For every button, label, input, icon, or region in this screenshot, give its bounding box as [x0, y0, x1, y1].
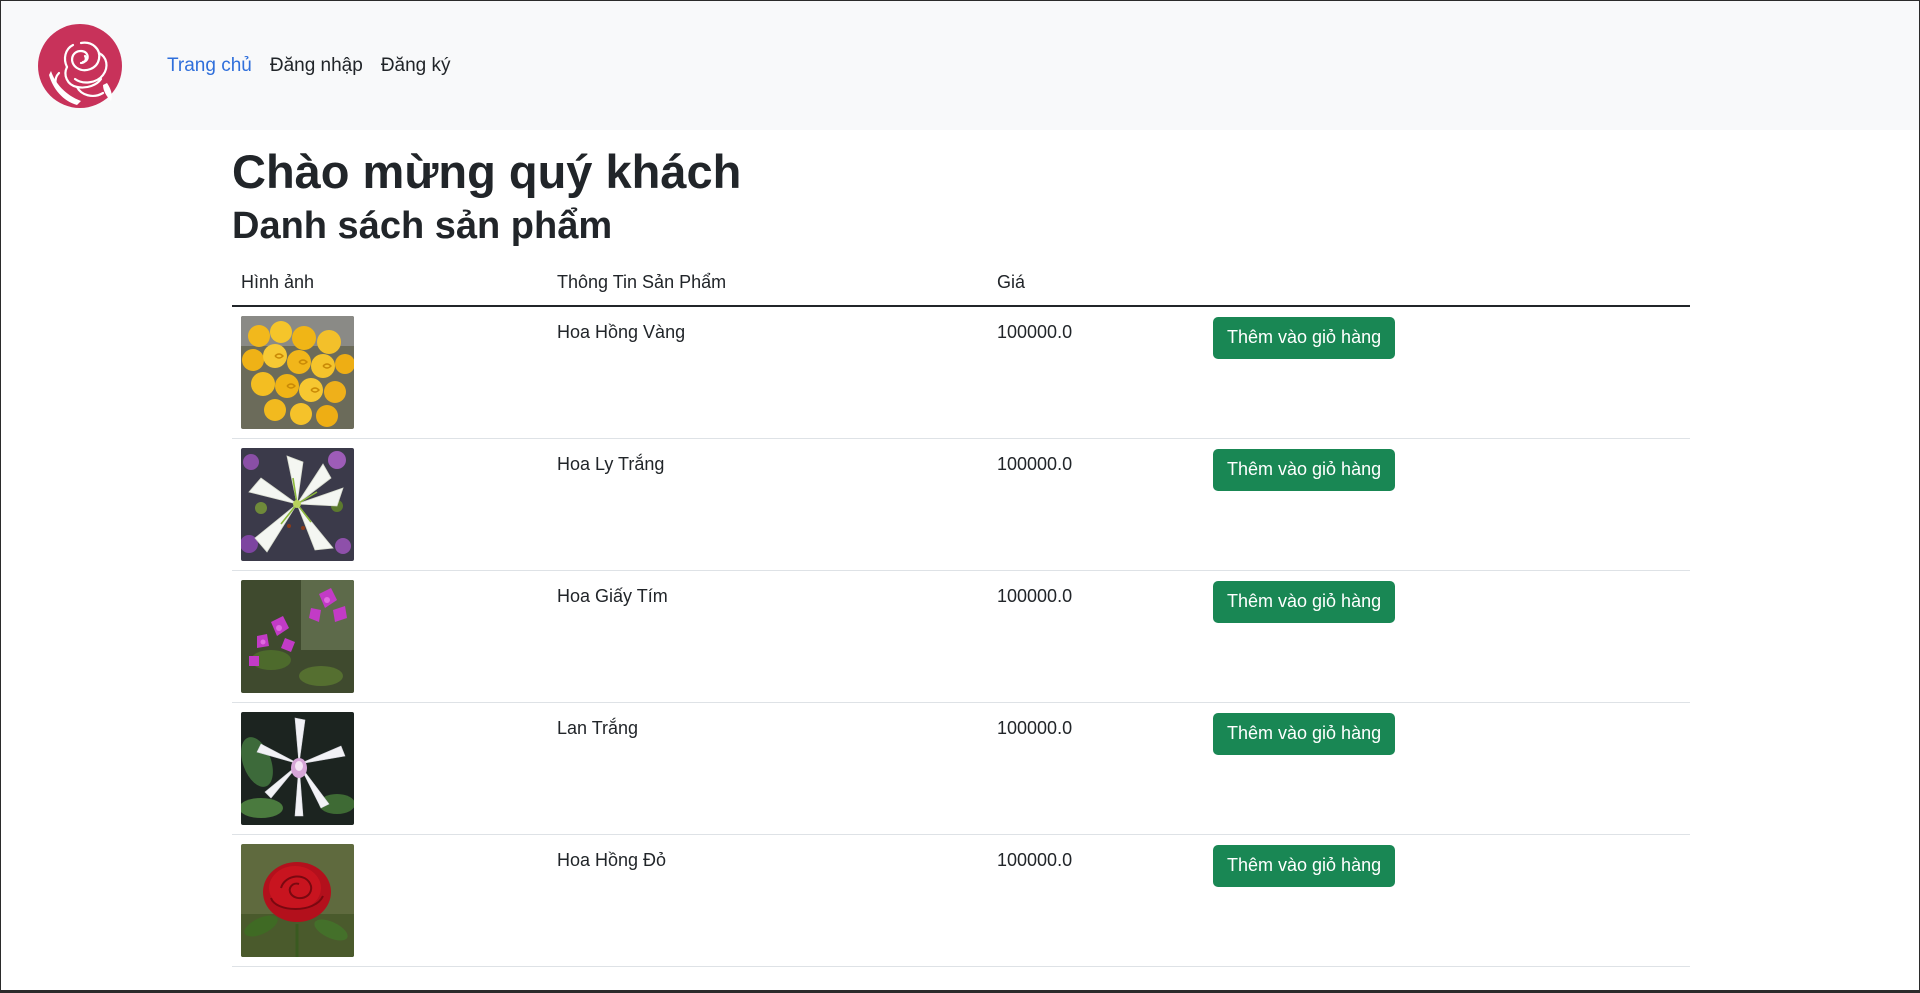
product-price: 100000.0	[997, 321, 1073, 342]
rose-logo-icon[interactable]	[37, 23, 123, 109]
table-row: Lan Trắng 100000.0 Thêm vào giỏ hàng	[232, 702, 1690, 835]
product-info-cell: Hoa Ly Trắng	[548, 438, 988, 571]
product-table: Hình ảnh Thông Tin Sản Phẩm Giá Hoa Hồng…	[232, 260, 1690, 967]
header-action	[1204, 260, 1690, 307]
product-info-cell: Hoa Giấy Tím	[548, 570, 988, 703]
product-info-cell: Lan Trắng	[548, 702, 988, 835]
image-cell	[232, 438, 548, 571]
product-price-cell: 100000.0	[988, 305, 1204, 439]
action-cell: Thêm vào giỏ hàng	[1204, 570, 1690, 703]
product-price-cell: 100000.0	[988, 570, 1204, 703]
product-name: Hoa Hồng Đỏ	[557, 849, 667, 870]
add-to-cart-button[interactable]: Thêm vào giỏ hàng	[1213, 316, 1396, 359]
header-info: Thông Tin Sản Phẩm	[548, 260, 988, 307]
product-price: 100000.0	[997, 717, 1073, 738]
add-to-cart-button[interactable]: Thêm vào giỏ hàng	[1213, 580, 1396, 623]
purple-bougainvillea-photo	[241, 579, 354, 693]
add-to-cart-button[interactable]: Thêm vào giỏ hàng	[1213, 448, 1396, 491]
nav-login[interactable]: Đăng nhập	[270, 55, 363, 77]
table-row: Hoa Hồng Vàng 100000.0 Thêm vào giỏ hàng	[232, 305, 1690, 439]
white-lily-photo	[241, 447, 354, 561]
image-cell	[232, 702, 548, 835]
add-to-cart-button[interactable]: Thêm vào giỏ hàng	[1213, 712, 1396, 755]
image-cell	[232, 305, 548, 439]
product-price-cell: 100000.0	[988, 834, 1204, 967]
nav-home[interactable]: Trang chủ	[167, 55, 252, 77]
page-title: Chào mừng quý khách	[232, 145, 742, 198]
product-price: 100000.0	[997, 585, 1073, 606]
header-price: Giá	[988, 260, 1204, 307]
action-cell: Thêm vào giỏ hàng	[1204, 305, 1690, 439]
product-name: Hoa Hồng Vàng	[557, 321, 686, 342]
action-cell: Thêm vào giỏ hàng	[1204, 702, 1690, 835]
nav-register[interactable]: Đăng ký	[381, 55, 451, 77]
add-to-cart-button[interactable]: Thêm vào giỏ hàng	[1213, 844, 1396, 887]
image-cell	[232, 570, 548, 703]
table-row: Hoa Ly Trắng 100000.0 Thêm vào giỏ hàng	[232, 438, 1690, 571]
product-info-cell: Hoa Hồng Đỏ	[548, 834, 988, 967]
product-info-cell: Hoa Hồng Vàng	[548, 305, 988, 439]
page: Trang chủ Đăng nhập Đăng ký Chào mừng qu…	[0, 0, 1920, 993]
table-row: Hoa Giấy Tím 100000.0 Thêm vào giỏ hàng	[232, 570, 1690, 703]
product-price: 100000.0	[997, 849, 1073, 870]
table-header-row: Hình ảnh Thông Tin Sản Phẩm Giá	[232, 260, 1690, 307]
product-price-cell: 100000.0	[988, 702, 1204, 835]
image-cell	[232, 834, 548, 967]
product-name: Hoa Giấy Tím	[557, 585, 668, 606]
navbar: Trang chủ Đăng nhập Đăng ký	[1, 1, 1919, 130]
action-cell: Thêm vào giỏ hàng	[1204, 834, 1690, 967]
white-orchid-photo	[241, 711, 354, 825]
product-price-cell: 100000.0	[988, 438, 1204, 571]
header-image: Hình ảnh	[232, 260, 548, 307]
product-name: Lan Trắng	[557, 717, 639, 738]
product-name: Hoa Ly Trắng	[557, 453, 665, 474]
main-container: Chào mừng quý khách Danh sách sản phẩm H…	[232, 130, 1690, 967]
action-cell: Thêm vào giỏ hàng	[1204, 438, 1690, 571]
yellow-rose-photo	[241, 315, 354, 429]
section-title: Danh sách sản phẩm	[232, 205, 613, 248]
table-row: Hoa Hồng Đỏ 100000.0 Thêm vào giỏ hàng	[232, 834, 1690, 967]
red-rose-photo	[241, 843, 354, 957]
product-price: 100000.0	[997, 453, 1073, 474]
